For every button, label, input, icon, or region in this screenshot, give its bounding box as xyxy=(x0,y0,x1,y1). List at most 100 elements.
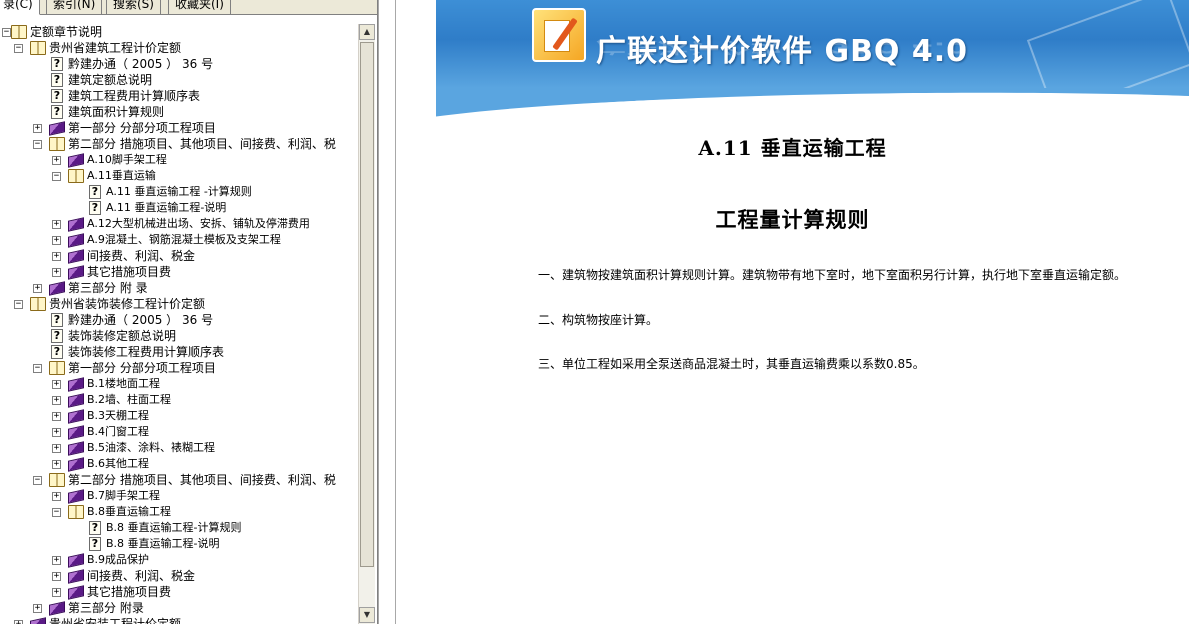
scroll-down-button[interactable]: ▼ xyxy=(359,607,375,623)
tree-item[interactable]: + A.12大型机械进出场、安拆、铺轨及停滞费用 xyxy=(0,216,358,232)
tab-favorites[interactable]: 收藏夹(I) xyxy=(168,0,231,15)
contents-tree: − 定额章节说明 − 贵州省建筑工程计价定额? 黔建办通（ 2005 ） 36 号? 建筑… xyxy=(0,24,358,624)
expand-icon[interactable]: + xyxy=(52,412,61,421)
collapse-icon[interactable]: − xyxy=(2,28,11,37)
tree-item[interactable]: − 贵州省装饰装修工程计价定额 xyxy=(0,296,358,312)
tree-item-label: 其它措施项目费 xyxy=(87,585,172,599)
expand-icon[interactable]: + xyxy=(52,156,61,165)
tree-item[interactable]: ? A.11 垂直运输工程 -计算规则 xyxy=(0,184,358,200)
tree-item[interactable]: ? B.8 垂直运输工程-说明 xyxy=(0,536,358,552)
product-banner: 广联达计价软件 GBQ 4.0 广联达计价软件 GBQ 4.0 xyxy=(436,0,1189,88)
tree-item[interactable]: + 第一部分 分部分项工程项目 xyxy=(0,120,358,136)
tree-item[interactable]: + 间接费、利润、税金 xyxy=(0,568,358,584)
closed-book-icon xyxy=(68,457,84,472)
tab-search[interactable]: 搜索(S) xyxy=(106,0,161,15)
collapse-icon[interactable]: − xyxy=(14,44,23,53)
banner-title-reflection: 广联达计价软件 GBQ 4.0 xyxy=(596,38,969,57)
closed-book-icon xyxy=(68,569,84,584)
expand-icon[interactable]: + xyxy=(52,252,61,261)
expand-icon[interactable]: + xyxy=(33,284,42,293)
collapse-icon[interactable]: − xyxy=(52,508,61,517)
tree-item[interactable]: + B.2墙、柱面工程 xyxy=(0,392,358,408)
expand-icon[interactable]: + xyxy=(52,460,61,469)
help-page-icon: ? xyxy=(51,73,63,87)
tree-item-label: B.6其他工程 xyxy=(87,457,150,470)
tree-item-label: B.8 垂直运输工程-计算规则 xyxy=(106,521,242,534)
tree-item[interactable]: + B.9成品保护 xyxy=(0,552,358,568)
tree-item[interactable]: ? A.11 垂直运输工程-说明 xyxy=(0,200,358,216)
tree-item[interactable]: − 第二部分 措施项目、其他项目、间接费、利润、税 xyxy=(0,136,358,152)
tree-item[interactable]: + B.6其他工程 xyxy=(0,456,358,472)
tree-item[interactable]: + A.10脚手架工程 xyxy=(0,152,358,168)
expand-icon[interactable]: + xyxy=(33,604,42,613)
tree-item[interactable]: − B.8垂直运输工程 xyxy=(0,504,358,520)
expand-icon[interactable]: + xyxy=(52,588,61,597)
tree-item-label: 第二部分 措施项目、其他项目、间接费、利润、税 xyxy=(68,137,336,151)
scroll-up-button[interactable]: ▲ xyxy=(359,24,375,40)
tree-item-label: B.3天棚工程 xyxy=(87,409,150,422)
open-book-icon xyxy=(49,473,65,487)
collapse-icon[interactable]: − xyxy=(33,140,42,149)
expand-icon[interactable]: + xyxy=(52,556,61,565)
collapse-icon[interactable]: − xyxy=(33,364,42,373)
tree-item[interactable]: + 间接费、利润、税金 xyxy=(0,248,358,264)
collapse-icon[interactable]: − xyxy=(14,300,23,309)
tree-item[interactable]: + B.3天棚工程 xyxy=(0,408,358,424)
open-book-icon xyxy=(49,361,65,375)
tree-item[interactable]: ? 建筑定额总说明 xyxy=(0,72,358,88)
expand-icon[interactable]: + xyxy=(33,124,42,133)
tree-item[interactable]: + 其它措施项目费 xyxy=(0,584,358,600)
expand-icon[interactable]: + xyxy=(52,396,61,405)
collapse-icon[interactable]: − xyxy=(33,476,42,485)
expand-icon[interactable]: + xyxy=(52,492,61,501)
tree-item[interactable]: + 第三部分 附 录 xyxy=(0,280,358,296)
contents-pane: 录(C) 索引(N) 搜索(S) 收藏夹(I) − 定额章节说明 − 贵州省建筑工程计… xyxy=(0,0,378,624)
tree-item[interactable]: + 其它措施项目费 xyxy=(0,264,358,280)
tree-item-label: B.9成品保护 xyxy=(87,553,150,566)
tree-item-label: 第一部分 分部分项工程项目 xyxy=(68,121,216,135)
tree-item-label: A.10脚手架工程 xyxy=(87,153,167,166)
tree-item[interactable]: ? 装饰装修定额总说明 xyxy=(0,328,358,344)
tree-item[interactable]: ? 装饰装修工程费用计算顺序表 xyxy=(0,344,358,360)
expand-icon[interactable]: + xyxy=(52,572,61,581)
topic-heading: A.11 垂直运输工程 xyxy=(698,136,887,160)
tree-item-label: A.11 垂直运输工程-说明 xyxy=(106,201,227,214)
tree-item[interactable]: + 贵州省安装工程计价定额 xyxy=(0,616,358,624)
pane-splitter[interactable] xyxy=(378,0,396,624)
tree-item[interactable]: + 第三部分 附录 xyxy=(0,600,358,616)
expand-icon[interactable]: + xyxy=(52,236,61,245)
tree-item[interactable]: ? 黔建办通（ 2005 ） 36 号 xyxy=(0,312,358,328)
tree-item[interactable]: + B.7脚手架工程 xyxy=(0,488,358,504)
tree-item[interactable]: − 第一部分 分部分项工程项目 xyxy=(0,360,358,376)
expand-icon[interactable]: + xyxy=(14,620,23,624)
scroll-thumb[interactable] xyxy=(360,42,374,567)
tree-item[interactable]: − 定额章节说明 xyxy=(0,24,358,40)
collapse-icon[interactable]: − xyxy=(52,172,61,181)
tree-item[interactable]: + A.9混凝土、钢筋混凝土模板及支架工程 xyxy=(0,232,358,248)
product-logo-icon xyxy=(532,8,586,62)
expand-icon[interactable]: + xyxy=(52,380,61,389)
tree-item[interactable]: − 第二部分 措施项目、其他项目、间接费、利润、税 xyxy=(0,472,358,488)
tree-item[interactable]: + B.4门窗工程 xyxy=(0,424,358,440)
expand-icon[interactable]: + xyxy=(52,268,61,277)
tree-item-label: 建筑定额总说明 xyxy=(68,73,153,87)
tree-item-label: 第三部分 附 录 xyxy=(68,281,148,295)
tree-scrollbar[interactable]: ▲ ▼ xyxy=(358,24,375,624)
tree-item[interactable]: ? 建筑面积计算规则 xyxy=(0,104,358,120)
tree-item-label: B.8垂直运输工程 xyxy=(87,505,172,518)
tree-item-label: 黔建办通（ 2005 ） 36 号 xyxy=(68,313,214,327)
expand-icon[interactable]: + xyxy=(52,428,61,437)
tree-item[interactable]: − 贵州省建筑工程计价定额 xyxy=(0,40,358,56)
tab-contents[interactable]: 录(C) xyxy=(0,0,40,15)
expand-icon[interactable]: + xyxy=(52,220,61,229)
tree-item[interactable]: ? 黔建办通（ 2005 ） 36 号 xyxy=(0,56,358,72)
tree-item[interactable]: + B.1楼地面工程 xyxy=(0,376,358,392)
tab-index[interactable]: 索引(N) xyxy=(46,0,103,15)
help-page-icon: ? xyxy=(51,89,63,103)
closed-book-icon xyxy=(68,249,84,264)
tree-item[interactable]: − A.11垂直运输 xyxy=(0,168,358,184)
tree-item[interactable]: ? 建筑工程费用计算顺序表 xyxy=(0,88,358,104)
expand-icon[interactable]: + xyxy=(52,444,61,453)
tree-item[interactable]: + B.5油漆、涂料、裱糊工程 xyxy=(0,440,358,456)
tree-item[interactable]: ? B.8 垂直运输工程-计算规则 xyxy=(0,520,358,536)
